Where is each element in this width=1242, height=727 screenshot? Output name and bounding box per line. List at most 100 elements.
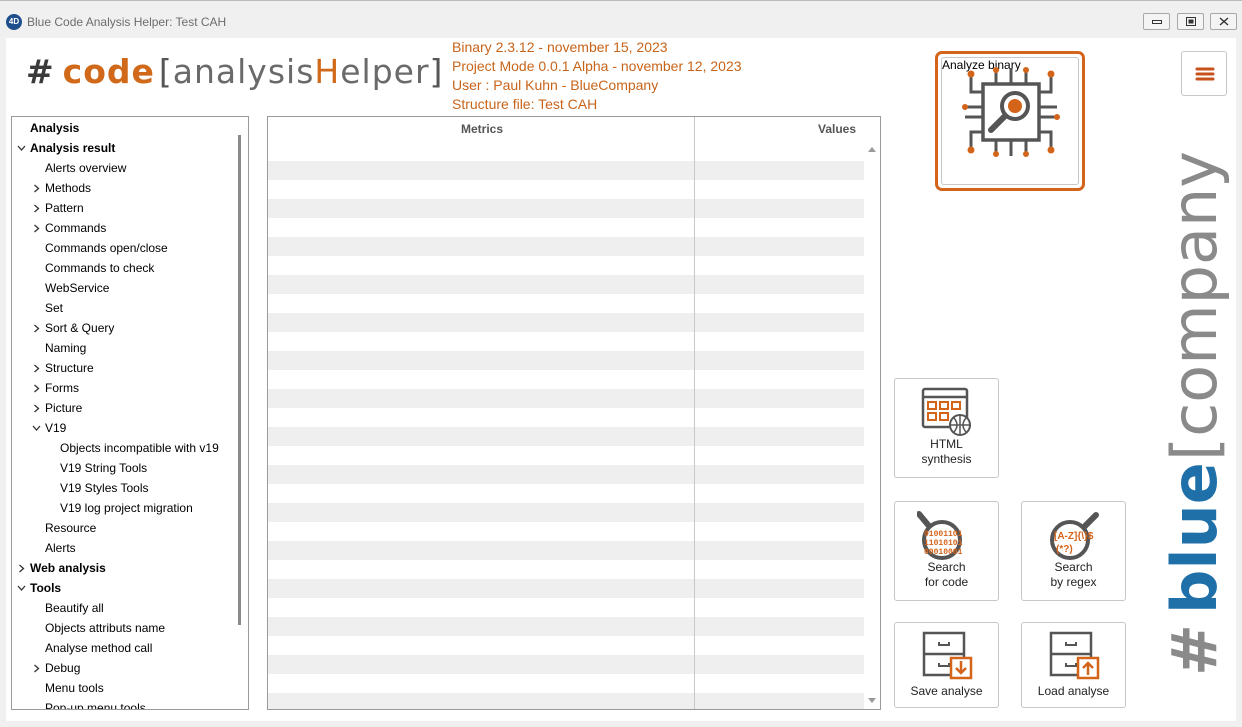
- load-analyse-button[interactable]: Load analyse: [1021, 622, 1126, 708]
- maximize-button[interactable]: [1177, 13, 1204, 30]
- code-analysis-helper-logo: # code [analysisHelper]: [26, 52, 443, 96]
- tree-item[interactable]: Objects incompatible with v19: [60, 438, 219, 458]
- binary-digits-2: 11010101: [924, 539, 963, 548]
- tree-item[interactable]: Pattern: [45, 198, 84, 218]
- tree-item[interactable]: Analysis result: [30, 138, 115, 158]
- binary-digits-3: 00010001: [924, 548, 963, 557]
- tree-item[interactable]: Methods: [45, 178, 91, 198]
- collapse-chevron-icon[interactable]: [30, 418, 42, 438]
- collapse-chevron-icon[interactable]: [15, 578, 27, 598]
- expand-chevron-icon[interactable]: [30, 218, 42, 238]
- version-info: Binary 2.3.12 - november 15, 2023 Projec…: [452, 38, 742, 114]
- logo-word: code: [62, 52, 155, 91]
- table-row[interactable]: [268, 275, 864, 294]
- table-row[interactable]: [268, 237, 864, 256]
- values-column-header[interactable]: Values: [818, 122, 856, 136]
- window-titlebar: 4D Blue Code Analysis Helper: Test CAH: [0, 0, 1242, 38]
- tree-item[interactable]: Beautify all: [45, 598, 104, 618]
- table-row[interactable]: [268, 503, 864, 522]
- tree-item[interactable]: WebService: [45, 278, 109, 298]
- minimize-icon: [1152, 20, 1162, 24]
- logo-tail: elper: [340, 52, 430, 91]
- tree-item[interactable]: V19 String Tools: [60, 458, 147, 478]
- side-logo-hash: #: [1158, 624, 1230, 676]
- tree-item[interactable]: Commands: [45, 218, 106, 238]
- table-row[interactable]: [268, 541, 864, 560]
- tree-item[interactable]: Set: [45, 298, 63, 318]
- expand-chevron-icon[interactable]: [30, 198, 42, 218]
- save-analyse-button[interactable]: Save analyse: [894, 622, 999, 708]
- table-row[interactable]: [268, 199, 864, 218]
- app-4d-icon: 4D: [6, 14, 22, 30]
- load-analyse-label: Load analyse: [1037, 684, 1110, 698]
- table-row[interactable]: [268, 579, 864, 598]
- tree-item[interactable]: V19 Styles Tools: [60, 478, 149, 498]
- grid-header: Metrics Values: [268, 117, 880, 141]
- code-search-icon: 01001101 11010101 00010001: [917, 511, 963, 560]
- expand-chevron-icon[interactable]: [15, 558, 27, 578]
- logo-hash: #: [26, 52, 55, 91]
- search-for-code-button[interactable]: 01001101 11010101 00010001 Search for co…: [894, 501, 999, 601]
- user-info: User : Paul Kuhn - BlueCompany: [452, 77, 659, 93]
- expand-chevron-icon[interactable]: [30, 378, 42, 398]
- analyze-binary-button[interactable]: Analyze binary: [941, 57, 1079, 185]
- tree-item[interactable]: Structure: [45, 358, 94, 378]
- tree-item[interactable]: Picture: [45, 398, 82, 418]
- side-logo-company: [company]: [1158, 146, 1230, 461]
- expand-chevron-icon[interactable]: [30, 318, 42, 338]
- tree-item[interactable]: Tools: [30, 578, 61, 598]
- binary-version: Binary 2.3.12 - november 15, 2023: [452, 39, 668, 55]
- search-by-regex-button[interactable]: [A-Z]{\}$ (*?) Search by regex: [1021, 501, 1126, 601]
- table-row[interactable]: [268, 351, 864, 370]
- minimize-button[interactable]: [1143, 13, 1170, 30]
- table-row[interactable]: [268, 313, 864, 332]
- tree-item[interactable]: V19 log project migration: [60, 498, 193, 518]
- table-row[interactable]: [268, 427, 864, 446]
- tree-scrollbar[interactable]: [232, 117, 248, 709]
- expand-chevron-icon[interactable]: [30, 178, 42, 198]
- regex-top-text: [A-Z]{\}$: [1054, 531, 1094, 542]
- table-row[interactable]: [268, 693, 864, 709]
- tree-item[interactable]: Naming: [45, 338, 86, 358]
- tree-item[interactable]: Web analysis: [30, 558, 106, 578]
- table-row[interactable]: [268, 655, 864, 674]
- search-regex-label-line1: Search: [1054, 560, 1093, 574]
- tree-item[interactable]: Forms: [45, 378, 79, 398]
- tree-item[interactable]: Alerts overview: [45, 158, 126, 178]
- expand-chevron-icon[interactable]: [30, 398, 42, 418]
- close-icon: [1219, 17, 1229, 26]
- hamburger-menu-icon: [1195, 67, 1215, 81]
- column-separator: [694, 117, 695, 709]
- save-analyse-label: Save analyse: [910, 684, 983, 698]
- structure-file: Structure file: Test CAH: [452, 96, 598, 112]
- close-button[interactable]: [1210, 13, 1237, 30]
- tree-item[interactable]: Debug: [45, 658, 80, 678]
- metrics-column-header[interactable]: Metrics: [461, 122, 503, 136]
- metrics-grid: Metrics Values: [267, 116, 881, 710]
- tree-item[interactable]: Resource: [45, 518, 96, 538]
- grid-scrollbar[interactable]: [864, 141, 880, 709]
- tree-item[interactable]: Pop-up menu tools: [45, 698, 146, 709]
- tree-item[interactable]: Commands open/close: [45, 238, 168, 258]
- logo-open-bracket: [: [158, 52, 173, 91]
- logo-close-bracket: ]: [429, 52, 444, 91]
- html-synthesis-button[interactable]: HTML synthesis: [894, 378, 999, 478]
- table-row[interactable]: [268, 389, 864, 408]
- blue-company-vertical-logo: # blue [company]: [1158, 146, 1230, 676]
- table-row[interactable]: [268, 465, 864, 484]
- table-row[interactable]: [268, 617, 864, 636]
- tree-item[interactable]: Objects attributs name: [45, 618, 165, 638]
- tree-item[interactable]: Analysis: [30, 118, 79, 138]
- tree-item[interactable]: V19: [45, 418, 66, 438]
- expand-chevron-icon[interactable]: [30, 358, 42, 378]
- collapse-chevron-icon[interactable]: [15, 138, 27, 158]
- tree-item[interactable]: Menu tools: [45, 678, 104, 698]
- expand-chevron-icon[interactable]: [30, 658, 42, 678]
- hamburger-menu-button[interactable]: [1181, 51, 1227, 96]
- tree-item[interactable]: Commands to check: [45, 258, 154, 278]
- tree-item[interactable]: Sort & Query: [45, 318, 114, 338]
- tree-item[interactable]: Analyse method call: [45, 638, 152, 658]
- tree-item[interactable]: Alerts: [45, 538, 76, 558]
- table-row[interactable]: [268, 161, 864, 180]
- search-code-label-line1: Search: [927, 560, 966, 574]
